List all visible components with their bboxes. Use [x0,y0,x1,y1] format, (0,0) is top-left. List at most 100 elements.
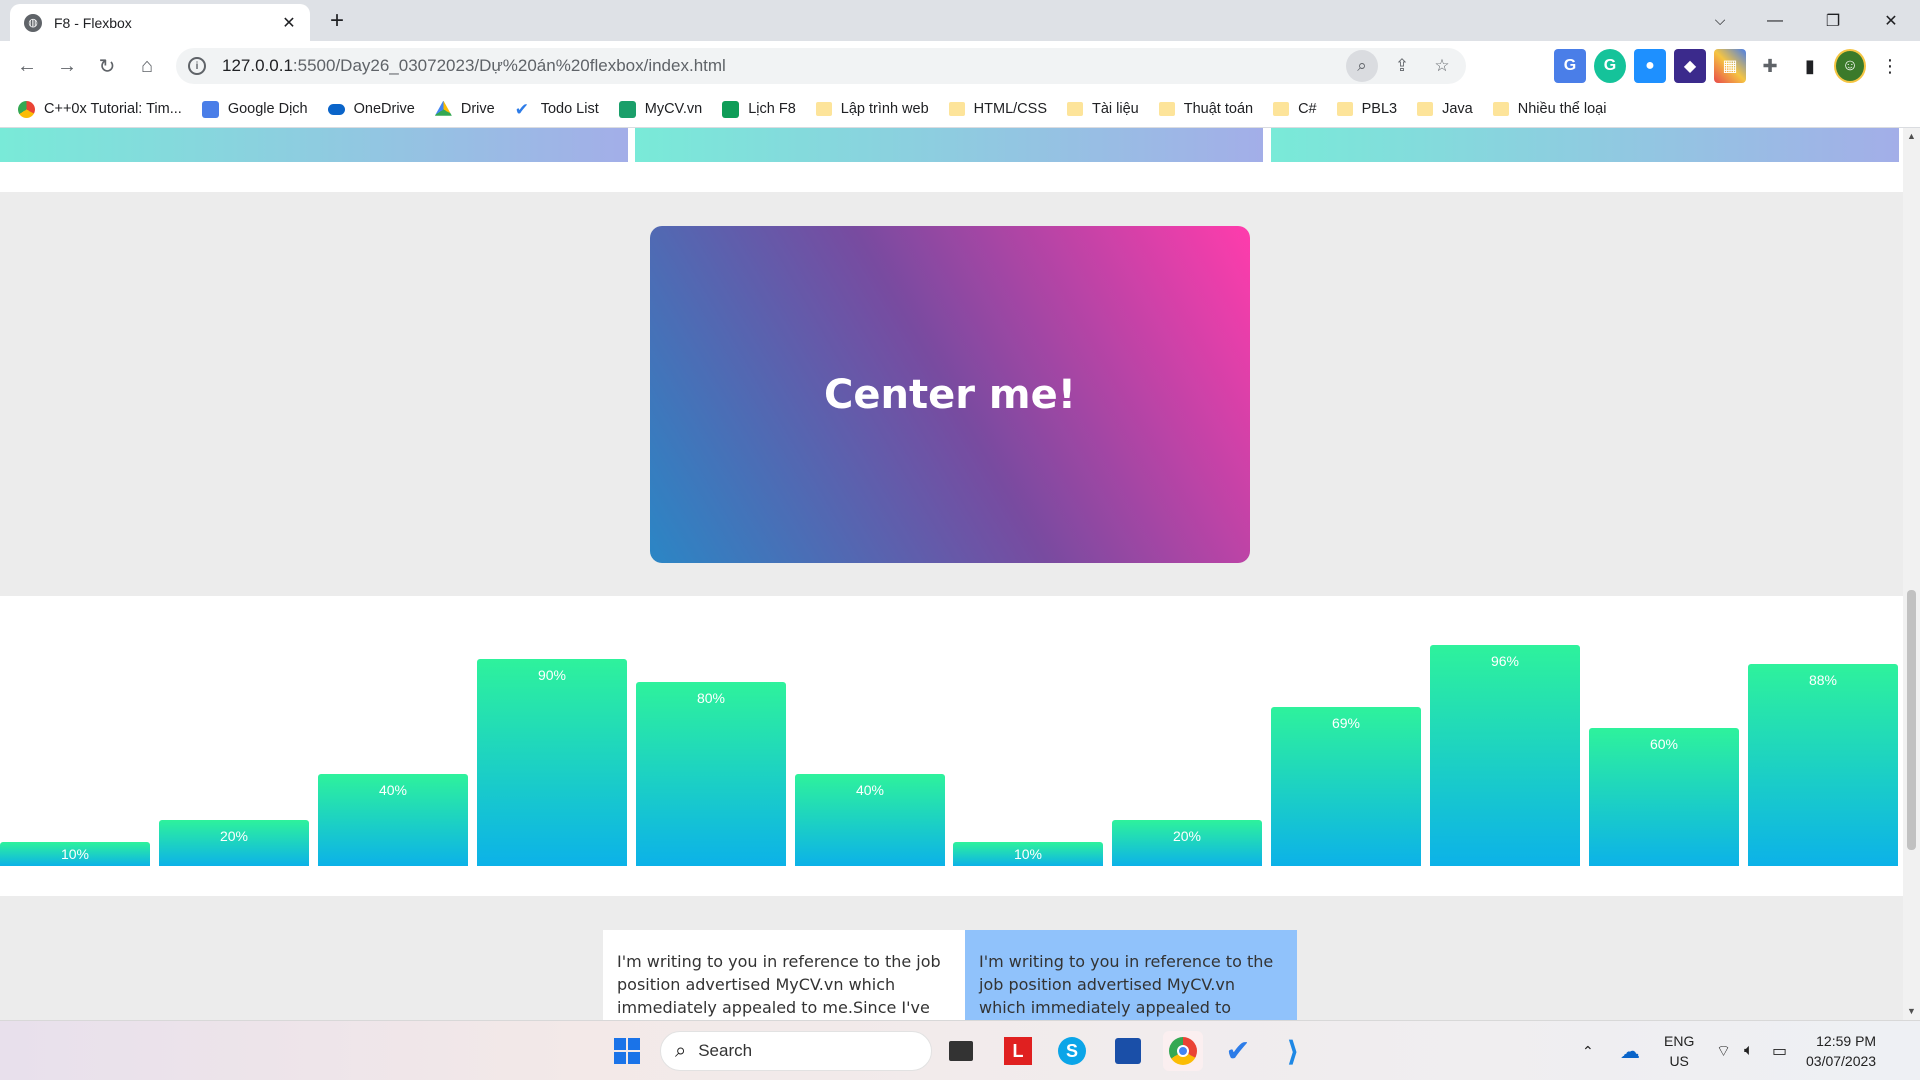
onedrive-tray-icon[interactable]: ☁ [1620,1021,1640,1080]
bookmark-label: Tài liệu [1092,101,1139,117]
scroll-thumb[interactable] [1907,590,1916,850]
restore-icon[interactable]: ❐ [1804,0,1862,41]
bars-container: 10% 20% 40% 90% 80% 40% 10% 20% 69% 96% 60% 88% [0,596,1903,866]
folder-icon [815,102,832,116]
bar-label: 60% [1649,736,1679,752]
bookmark-folder[interactable]: Tài liệu [1067,101,1139,117]
side-panel-icon[interactable]: ▮ [1794,49,1826,83]
percentage-bar: 10% [0,842,150,866]
bookmark-label: Drive [460,101,495,117]
tab-search-chevron-icon[interactable]: ⌵ [1700,0,1740,41]
browser-tab[interactable]: ◍ F8 - Flexbox ✕ [10,4,310,41]
zoom-icon[interactable]: ⌕ [1346,50,1378,82]
top-card [635,128,1263,162]
center-section: Center me! [0,192,1903,596]
bar-label: 40% [378,782,408,798]
bookmark-folder[interactable]: PBL3 [1336,101,1398,117]
percentage-bar: 40% [318,774,468,866]
todo-icon[interactable]: ✔ [1218,1031,1258,1071]
lang-top: ENG [1664,1033,1695,1049]
address-bar[interactable]: i 127.0.0.1:5500/Day26_03072023/Dự%20án%… [176,48,1466,84]
percentage-bar: 90% [477,659,627,866]
bookmark-item[interactable]: Lịch F8 [722,100,796,118]
close-tab-icon[interactable]: ✕ [278,13,300,33]
bookmark-folder[interactable]: C# [1273,101,1317,117]
page-scrollbar[interactable]: ▲ ▼ [1903,128,1920,1020]
bookmark-label: Nhiều thể loại [1517,101,1607,117]
bar-label: 40% [855,782,885,798]
paragraph-section: I'm writing to you in reference to the j… [0,896,1903,1020]
taskbar-search[interactable]: ⌕ Search [660,1031,932,1071]
windows-start-icon[interactable] [607,1031,647,1071]
vscode-icon[interactable]: ⟩ [1273,1031,1313,1071]
file-explorer-icon[interactable] [941,1031,981,1071]
bookmark-item[interactable]: Google Dịch [201,100,308,118]
forward-arrow-icon[interactable]: → [50,49,84,83]
top-cards-row [0,128,1903,162]
bookmark-item[interactable]: MyCV.vn [618,100,702,118]
bookmark-folder[interactable]: Java [1417,101,1473,117]
folder-icon [948,102,965,116]
percentage-bar: 80% [636,682,786,866]
reload-icon[interactable]: ↻ [90,49,124,83]
url-host: 127.0.0.1 [222,56,293,75]
language-indicator[interactable]: ENG US [1664,1031,1694,1071]
l-app-icon[interactable]: L [998,1031,1038,1071]
bookmarks-bar: C++0x Tutorial: Tim... Google Dịch OneDr… [0,91,1920,128]
home-icon[interactable]: ⌂ [130,49,164,83]
bookmark-folder[interactable]: Thuật toán [1158,101,1254,117]
bookmark-label: PBL3 [1361,101,1398,117]
bookmark-item[interactable]: ✔ Todo List [515,101,599,118]
bar-label: 69% [1331,715,1361,731]
wifi-icon[interactable]: ⌔ [1716,1021,1731,1080]
percentage-bar: 88% [1748,664,1898,866]
colorful-extension-icon[interactable]: ▦ [1714,49,1746,83]
back-arrow-icon[interactable]: ← [10,49,44,83]
skype-icon[interactable]: S [1052,1031,1092,1071]
scroll-up-icon[interactable]: ▲ [1903,128,1920,145]
bookmark-folder[interactable]: Nhiều thể loại [1492,101,1607,117]
drop-extension-icon[interactable]: ● [1634,49,1666,83]
google-translate-extension-icon[interactable]: G [1554,49,1586,83]
clock[interactable]: 12:59 PM 03/07/2023 [1806,1031,1876,1071]
profile-avatar-icon[interactable]: ☺ [1834,49,1866,83]
page-viewport: Center me! 10% 20% 40% 90% 80% 40% 10% 20% 69% 96… [0,128,1903,1020]
extension-badge-icon[interactable]: ◆ [1674,49,1706,83]
drive-icon [434,100,452,116]
check-icon: ✔ [514,99,529,119]
minimize-icon[interactable]: — [1746,0,1804,41]
percentage-bar: 40% [795,774,945,866]
close-window-icon[interactable]: ✕ [1862,0,1920,41]
tray-overflow-icon[interactable]: ⌃ [1582,1021,1594,1080]
bookmark-label: C# [1298,101,1317,117]
scroll-down-icon[interactable]: ▼ [1903,1003,1920,1020]
chrome-icon [18,100,35,118]
taskbar-search-label: Search [698,1041,753,1060]
battery-icon[interactable]: ▭ [1772,1021,1787,1080]
search-icon: ⌕ [675,1039,687,1062]
bookmark-folder[interactable]: Lập trình web [815,101,929,117]
bookmark-item[interactable]: OneDrive [327,101,415,117]
share-icon[interactable]: ⇪ [1386,50,1418,82]
site-info-icon[interactable]: i [188,57,206,75]
bookmark-folder[interactable]: HTML/CSS [948,101,1047,117]
bar-label: 90% [537,667,567,683]
omnibox-actions: ⌕ ⇪ ☆ [1346,48,1458,84]
clock-date: 03/07/2023 [1806,1053,1877,1069]
grammarly-extension-icon[interactable]: G [1594,49,1626,83]
bookmark-star-icon[interactable]: ☆ [1426,50,1458,82]
chrome-taskbar-icon[interactable] [1163,1031,1203,1071]
menu-kebab-icon[interactable]: ⋮ [1874,49,1906,83]
microsoft-store-icon[interactable] [1108,1031,1148,1071]
volume-icon[interactable]: 🔈︎ [1744,1021,1754,1080]
url-text[interactable]: 127.0.0.1:5500/Day26_03072023/Dự%20án%20… [222,56,726,76]
new-tab-button[interactable]: + [322,6,352,36]
bookmark-item[interactable]: Drive [434,100,495,118]
bookmark-label: Thuật toán [1183,101,1254,117]
browser-toolbar: ← → ↻ ⌂ i 127.0.0.1:5500/Day26_03072023/… [0,41,1920,91]
puzzle-extensions-icon[interactable]: ✚ [1754,49,1786,83]
bookmark-label: Todo List [540,101,599,117]
bookmark-label: C++0x Tutorial: Tim... [44,101,182,117]
top-card [0,128,628,162]
bookmark-item[interactable]: C++0x Tutorial: Tim... [18,100,182,118]
